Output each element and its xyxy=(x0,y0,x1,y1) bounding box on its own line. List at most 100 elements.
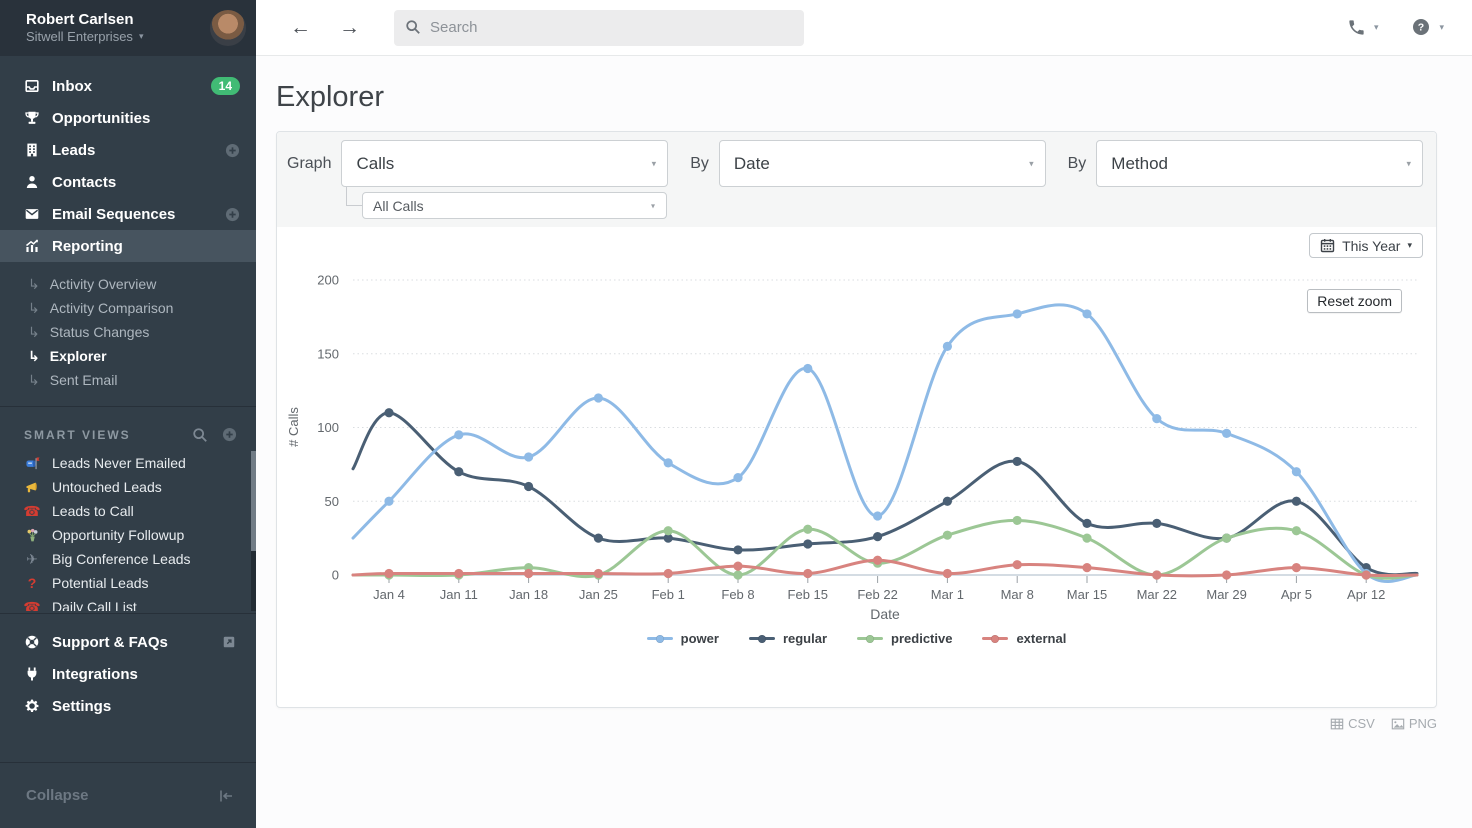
add-smart-view-icon[interactable] xyxy=(222,427,238,443)
subnav-item-label: Status Changes xyxy=(50,324,150,340)
envelope-icon xyxy=(24,206,40,222)
forward-button[interactable]: → xyxy=(333,16,366,40)
chart-zone: 050100150200Jan 4Jan 11Jan 18Jan 25Feb 1… xyxy=(277,227,1436,707)
date-range-button[interactable]: This Year ▾ xyxy=(1309,233,1423,258)
legend-marker xyxy=(857,637,883,640)
subnav-item-status-changes[interactable]: ↳Status Changes xyxy=(0,320,256,344)
help-menu[interactable]: ? ▾ xyxy=(1412,18,1444,37)
legend-marker xyxy=(749,637,775,640)
by-date-select[interactable]: Date ▾ xyxy=(719,140,1046,187)
collapse-button[interactable]: Collapse xyxy=(0,762,256,828)
graph-label: Graph xyxy=(287,155,331,173)
external-link-icon xyxy=(222,635,236,649)
smart-view-daily-call-list[interactable]: ☎Daily Call List xyxy=(0,595,256,611)
smart-view-label: Leads Never Emailed xyxy=(52,455,186,471)
sidebar-item-label: Email Sequences xyxy=(52,206,225,223)
legend-item-power[interactable]: power xyxy=(647,631,719,646)
legend-marker xyxy=(647,637,673,640)
sidebar-item-inbox[interactable]: Inbox14 xyxy=(0,70,256,102)
smart-view-leads-never-emailed[interactable]: Leads Never Emailed xyxy=(0,451,256,475)
sidebar-item-support-faqs[interactable]: Support & FAQs xyxy=(0,626,256,658)
sidebar-item-opportunities[interactable]: Opportunities xyxy=(0,102,256,134)
sidebar-item-contacts[interactable]: Contacts xyxy=(0,166,256,198)
subnav-item-label: Explorer xyxy=(50,348,107,364)
svg-text:Feb 15: Feb 15 xyxy=(788,587,828,602)
chevron-down-icon: ▾ xyxy=(139,31,144,43)
subnav-arrow-icon: ↳ xyxy=(28,276,40,293)
svg-text:Feb 22: Feb 22 xyxy=(857,587,897,602)
by-method-select[interactable]: Method ▾ xyxy=(1096,140,1423,187)
filter-strip: Graph Calls ▾ By Date ▾ By Method ▾ All … xyxy=(277,132,1436,227)
svg-text:Apr 5: Apr 5 xyxy=(1281,587,1312,602)
export-row: CSV PNG xyxy=(256,708,1437,731)
user-panel[interactable]: Robert Carlsen Sitwell Enterprises ▾ xyxy=(0,0,256,56)
svg-text:0: 0 xyxy=(332,568,339,583)
search-input[interactable] xyxy=(394,10,804,46)
subnav-item-sent-email[interactable]: ↳Sent Email xyxy=(0,368,256,392)
phone-menu[interactable]: ▾ xyxy=(1347,18,1379,37)
smart-view-label: Potential Leads xyxy=(52,575,149,591)
svg-text:Jan 18: Jan 18 xyxy=(509,587,548,602)
subnav-item-activity-comparison[interactable]: ↳Activity Comparison xyxy=(0,296,256,320)
smart-view-label: Leads to Call xyxy=(52,503,134,519)
by-label: By xyxy=(1068,155,1087,173)
sidebar: Robert Carlsen Sitwell Enterprises ▾ Inb… xyxy=(0,0,256,828)
sidebar-item-label: Opportunities xyxy=(52,110,240,127)
search-icon[interactable] xyxy=(192,427,208,443)
svg-text:Jan 25: Jan 25 xyxy=(579,587,618,602)
export-csv-button[interactable]: CSV xyxy=(1330,716,1375,731)
smart-view-big-conference-leads[interactable]: ✈Big Conference Leads xyxy=(0,547,256,571)
subnav-item-label: Activity Comparison xyxy=(50,300,174,316)
legend-item-predictive[interactable]: predictive xyxy=(857,631,952,646)
chevron-down-icon: ▾ xyxy=(1439,22,1444,33)
sidebar-item-integrations[interactable]: Integrations xyxy=(0,658,256,690)
back-button[interactable]: ← xyxy=(284,16,317,40)
scrollbar-thumb[interactable] xyxy=(251,451,256,551)
smart-view-leads-to-call[interactable]: ☎Leads to Call xyxy=(0,499,256,523)
plus-circle-icon[interactable] xyxy=(225,207,240,222)
sidebar-item-settings[interactable]: Settings xyxy=(0,690,256,722)
table-icon xyxy=(1330,717,1344,731)
legend-item-regular[interactable]: regular xyxy=(749,631,827,646)
plus-circle-icon[interactable] xyxy=(225,143,240,158)
sidebar-item-reporting[interactable]: Reporting xyxy=(0,230,256,262)
export-png-button[interactable]: PNG xyxy=(1391,716,1437,731)
bouquet-icon xyxy=(24,527,40,543)
inbox-icon xyxy=(24,78,40,94)
call-filter-select[interactable]: All Calls ▾ xyxy=(362,192,667,219)
unread-count-badge: 14 xyxy=(211,77,240,95)
subnav-item-explorer[interactable]: ↳Explorer xyxy=(0,344,256,368)
sidebar-item-email-sequences[interactable]: Email Sequences xyxy=(0,198,256,230)
reset-zoom-button[interactable]: Reset zoom xyxy=(1307,289,1402,313)
avatar[interactable] xyxy=(210,10,246,46)
smart-view-untouched-leads[interactable]: Untouched Leads xyxy=(0,475,256,499)
line-chart[interactable]: 050100150200Jan 4Jan 11Jan 18Jan 25Feb 1… xyxy=(277,227,1436,667)
calendar-icon xyxy=(1320,238,1335,253)
smart-view-potential-leads[interactable]: ?Potential Leads xyxy=(0,571,256,595)
legend-item-external[interactable]: external xyxy=(982,631,1066,646)
graph-type-select[interactable]: Calls ▾ xyxy=(341,140,668,187)
sidebar-item-leads[interactable]: Leads xyxy=(0,134,256,166)
svg-text:Apr 12: Apr 12 xyxy=(1347,587,1385,602)
org-switcher[interactable]: Sitwell Enterprises ▾ xyxy=(26,29,210,46)
legend-marker xyxy=(982,637,1008,640)
svg-text:Mar 29: Mar 29 xyxy=(1206,587,1246,602)
date-range-label: This Year xyxy=(1342,238,1400,254)
svg-text:200: 200 xyxy=(317,273,339,288)
svg-text:150: 150 xyxy=(317,346,339,361)
svg-text:Mar 22: Mar 22 xyxy=(1137,587,1177,602)
image-icon xyxy=(1391,717,1405,731)
chart-legend: power regular predictive external xyxy=(277,631,1436,646)
by-label: By xyxy=(690,155,709,173)
gear-icon xyxy=(24,698,40,714)
org-name: Sitwell Enterprises xyxy=(26,29,133,46)
svg-text:?: ? xyxy=(1418,22,1424,34)
primary-nav: Inbox14 Opportunities LeadsContacts Email S… xyxy=(0,56,256,268)
plug-icon xyxy=(24,666,40,682)
smart-view-opportunity-followup[interactable]: Opportunity Followup xyxy=(0,523,256,547)
legend-label: power xyxy=(681,631,719,646)
sidebar-item-label: Settings xyxy=(52,698,236,715)
subnav-item-activity-overview[interactable]: ↳Activity Overview xyxy=(0,272,256,296)
chart-icon xyxy=(24,238,40,254)
svg-text:Feb 1: Feb 1 xyxy=(652,587,685,602)
